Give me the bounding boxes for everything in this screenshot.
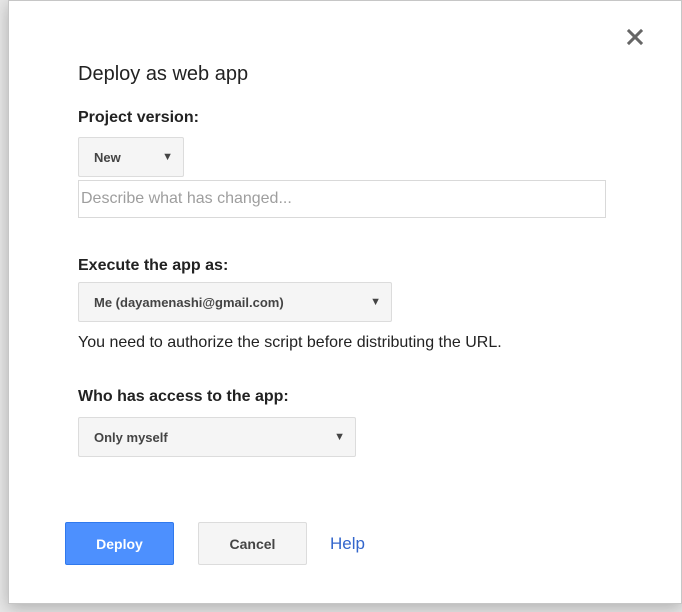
- execute-as-select[interactable]: Me (dayamenashi@gmail.com) ▼: [78, 282, 392, 322]
- authorization-note: You need to authorize the script before …: [78, 334, 502, 351]
- dialog-title: Deploy as web app: [78, 63, 249, 85]
- dropdown-arrow-icon: ▼: [162, 151, 173, 163]
- execute-as-label: Execute the app as:: [78, 257, 229, 274]
- project-version-selected: New: [94, 149, 121, 165]
- execute-as-selected: Me (dayamenashi@gmail.com): [94, 294, 284, 310]
- project-version-select[interactable]: New ▼: [78, 137, 184, 177]
- change-description-input[interactable]: [78, 180, 606, 218]
- deploy-dialog: Deploy as web app Project version: New ▼…: [8, 0, 682, 604]
- close-icon[interactable]: [622, 24, 648, 50]
- project-version-label: Project version:: [78, 109, 199, 126]
- dropdown-arrow-icon: ▼: [334, 431, 345, 443]
- access-selected: Only myself: [94, 429, 168, 445]
- access-select[interactable]: Only myself ▼: [78, 417, 356, 457]
- access-label: Who has access to the app:: [78, 388, 289, 405]
- cancel-button[interactable]: Cancel: [198, 522, 307, 565]
- help-link[interactable]: Help: [330, 534, 365, 554]
- deploy-button[interactable]: Deploy: [65, 522, 174, 565]
- dropdown-arrow-icon: ▼: [370, 296, 381, 308]
